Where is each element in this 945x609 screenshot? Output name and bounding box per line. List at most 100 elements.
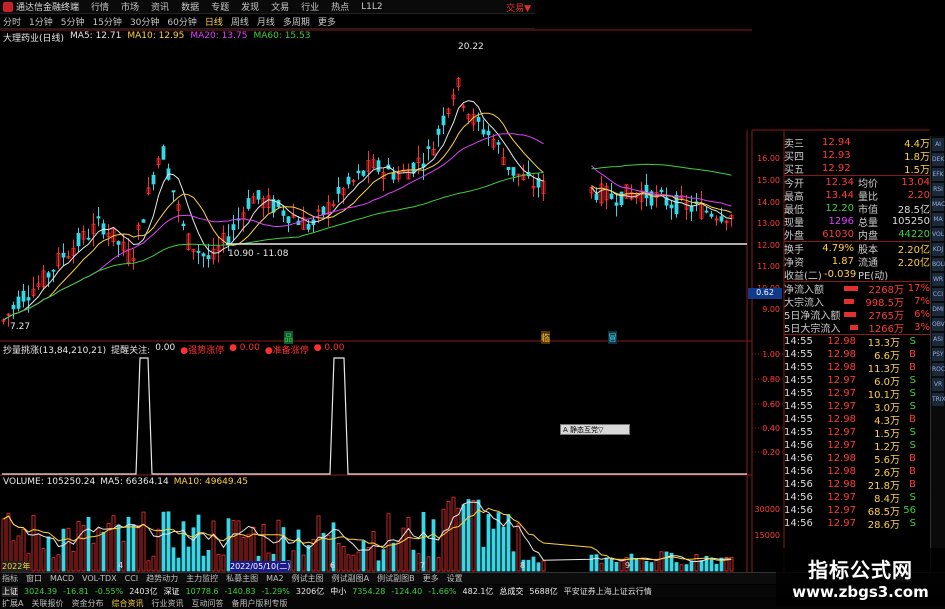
order-book: 卖三 12.94 4.4万 买四 12.93 1.8万 买五 12.92 1.5万 xyxy=(784,136,930,176)
info-tab[interactable]: 综合资讯 xyxy=(111,598,143,609)
info-tab[interactable]: 行业资讯 xyxy=(151,598,183,609)
side-toolbar-icon[interactable]: WR xyxy=(932,273,944,286)
trade-time: 14:55 xyxy=(784,349,813,360)
volume-bar xyxy=(296,529,301,572)
ma-line xyxy=(3,133,732,321)
indicator-tab[interactable]: 更多 xyxy=(423,573,439,584)
side-toolbar-icon[interactable]: PSY xyxy=(932,348,944,361)
indicator-tab[interactable]: MACD xyxy=(50,574,74,583)
candle-body xyxy=(21,290,26,302)
indicator-tab[interactable]: 例试主图 xyxy=(292,573,324,584)
indicator-tab[interactable]: 趋势动力 xyxy=(146,573,178,584)
indicator-value-3: ● 0.00 xyxy=(313,343,345,353)
side-toolbar-icon[interactable]: MACD xyxy=(932,198,945,211)
volume-bar xyxy=(76,521,81,572)
volume-bar xyxy=(541,560,546,572)
zx-index-label[interactable]: 中小 xyxy=(330,586,346,597)
volume-bar xyxy=(381,549,386,572)
price-axis-tick: 9.00 xyxy=(762,305,780,314)
side-toolbar-icon[interactable]: KDJ xyxy=(932,243,944,256)
stat-value: 13.44 xyxy=(825,190,854,201)
side-toolbar-icon[interactable]: AI xyxy=(932,138,944,151)
side-toolbar-icon[interactable]: VR xyxy=(932,378,944,391)
stat-value: 1296 xyxy=(828,216,854,227)
candle-body xyxy=(496,142,501,145)
stat-value: 12.34 xyxy=(825,177,854,188)
info-tab[interactable]: 扩展A xyxy=(2,598,23,609)
marker-mid[interactable]: 临 xyxy=(541,331,551,344)
volume-bar xyxy=(221,554,226,572)
side-toolbar-icon[interactable]: CCI xyxy=(932,288,944,301)
indicator-label-3: ●准备涨停 xyxy=(264,346,309,356)
stat-value: 61030 xyxy=(822,229,854,240)
side-toolbar-icon[interactable]: MA xyxy=(932,213,944,226)
volume-bar xyxy=(699,560,704,572)
sh-index-label[interactable]: 上证 xyxy=(2,585,18,597)
trade-time: 14:55 xyxy=(784,375,813,386)
volume-bar xyxy=(181,521,186,572)
popup-tooltip[interactable]: A 静态互党▽ xyxy=(560,424,630,435)
volume-bar xyxy=(161,511,166,572)
stock-name-label: 大理药业(日线) xyxy=(3,34,65,44)
volume-bar xyxy=(346,554,351,572)
volume-bar xyxy=(426,556,431,572)
volume-bar xyxy=(171,547,176,572)
indicator-tab[interactable]: 设置 xyxy=(447,573,463,584)
volume-bar xyxy=(481,546,486,572)
price-tag: 0.62 xyxy=(748,288,782,299)
candle-body xyxy=(61,252,66,258)
marker-right[interactable]: 冒 xyxy=(608,331,618,344)
indicator-tab[interactable]: 主力监控 xyxy=(186,573,218,584)
trade-direction: B xyxy=(909,466,916,477)
indicator-tab[interactable]: CCI xyxy=(125,574,139,583)
info-tab[interactable]: 互动问答 xyxy=(191,598,223,609)
volume-bar xyxy=(491,528,496,572)
side-toolbar-icon[interactable]: DEK xyxy=(932,153,944,166)
ma10-label: MA10: 12.95 xyxy=(127,31,185,41)
side-toolbar-icon[interactable]: EFK xyxy=(932,168,944,181)
volume-bar xyxy=(91,542,96,572)
side-toolbar-icon[interactable]: DMI xyxy=(932,303,944,316)
volume-bar xyxy=(316,515,321,572)
indicator-tab[interactable]: 例试副图A xyxy=(332,573,369,584)
trade-time: 14:55 xyxy=(784,427,813,438)
month-mark: 4 xyxy=(118,561,124,570)
trade-row[interactable]: 14:56 12.97 28.6万 S xyxy=(784,517,930,531)
side-toolbar-icon[interactable]: ASI xyxy=(932,333,944,346)
candle-body xyxy=(709,213,714,217)
indicator-tab[interactable]: 指标 xyxy=(2,573,18,584)
candle-body xyxy=(171,190,176,193)
volume-bar xyxy=(679,564,684,572)
info-tab[interactable]: 关联报价 xyxy=(31,598,63,609)
candle-body xyxy=(141,219,146,223)
stat-value: 13.04 xyxy=(901,177,930,188)
sh-index-amount: 2403亿 xyxy=(129,586,158,596)
trade-price: 12.97 xyxy=(827,375,856,386)
side-toolbar-icon[interactable]: VOL xyxy=(932,228,944,241)
side-toolbar-icon[interactable]: OBV xyxy=(932,318,945,331)
indicator-tab[interactable]: 私募主图 xyxy=(226,573,258,584)
volume-bar xyxy=(406,516,411,572)
sz-index-pct: -1.29% xyxy=(261,586,290,596)
stat-label: 外盘 xyxy=(784,231,804,242)
sz-index-label[interactable]: 深证 xyxy=(164,586,180,597)
volume-bar xyxy=(391,542,396,572)
candle-body xyxy=(391,172,396,180)
side-toolbar-icon[interactable]: RSI xyxy=(932,183,944,196)
info-tab[interactable]: 备用户版利专版 xyxy=(231,598,287,609)
indicator-tab[interactable]: 例试副图B xyxy=(377,573,415,584)
candle-body xyxy=(196,250,201,253)
candle-body xyxy=(286,216,291,224)
indicator-tab[interactable]: 窗口 xyxy=(26,573,42,584)
side-toolbar-icon[interactable]: BOLL xyxy=(932,258,945,271)
side-toolbar-icon[interactable]: TRIX xyxy=(932,393,945,406)
high-price-label: 20.22 xyxy=(458,42,484,52)
indicator-tab[interactable]: VOL-TDX xyxy=(82,574,117,583)
indicator-tab[interactable]: MA2 xyxy=(266,574,283,583)
trade-direction: S xyxy=(909,401,916,412)
info-tab[interactable]: 资金分布 xyxy=(71,598,103,609)
volume-bar xyxy=(674,562,679,572)
candle-body xyxy=(441,115,446,126)
tick-trade-list[interactable]: 14:55 12.98 13.3万 S 14:55 12.98 6.6万 B 14:55 12.9… xyxy=(784,335,930,531)
side-toolbar-icon[interactable]: ROC xyxy=(932,363,945,376)
